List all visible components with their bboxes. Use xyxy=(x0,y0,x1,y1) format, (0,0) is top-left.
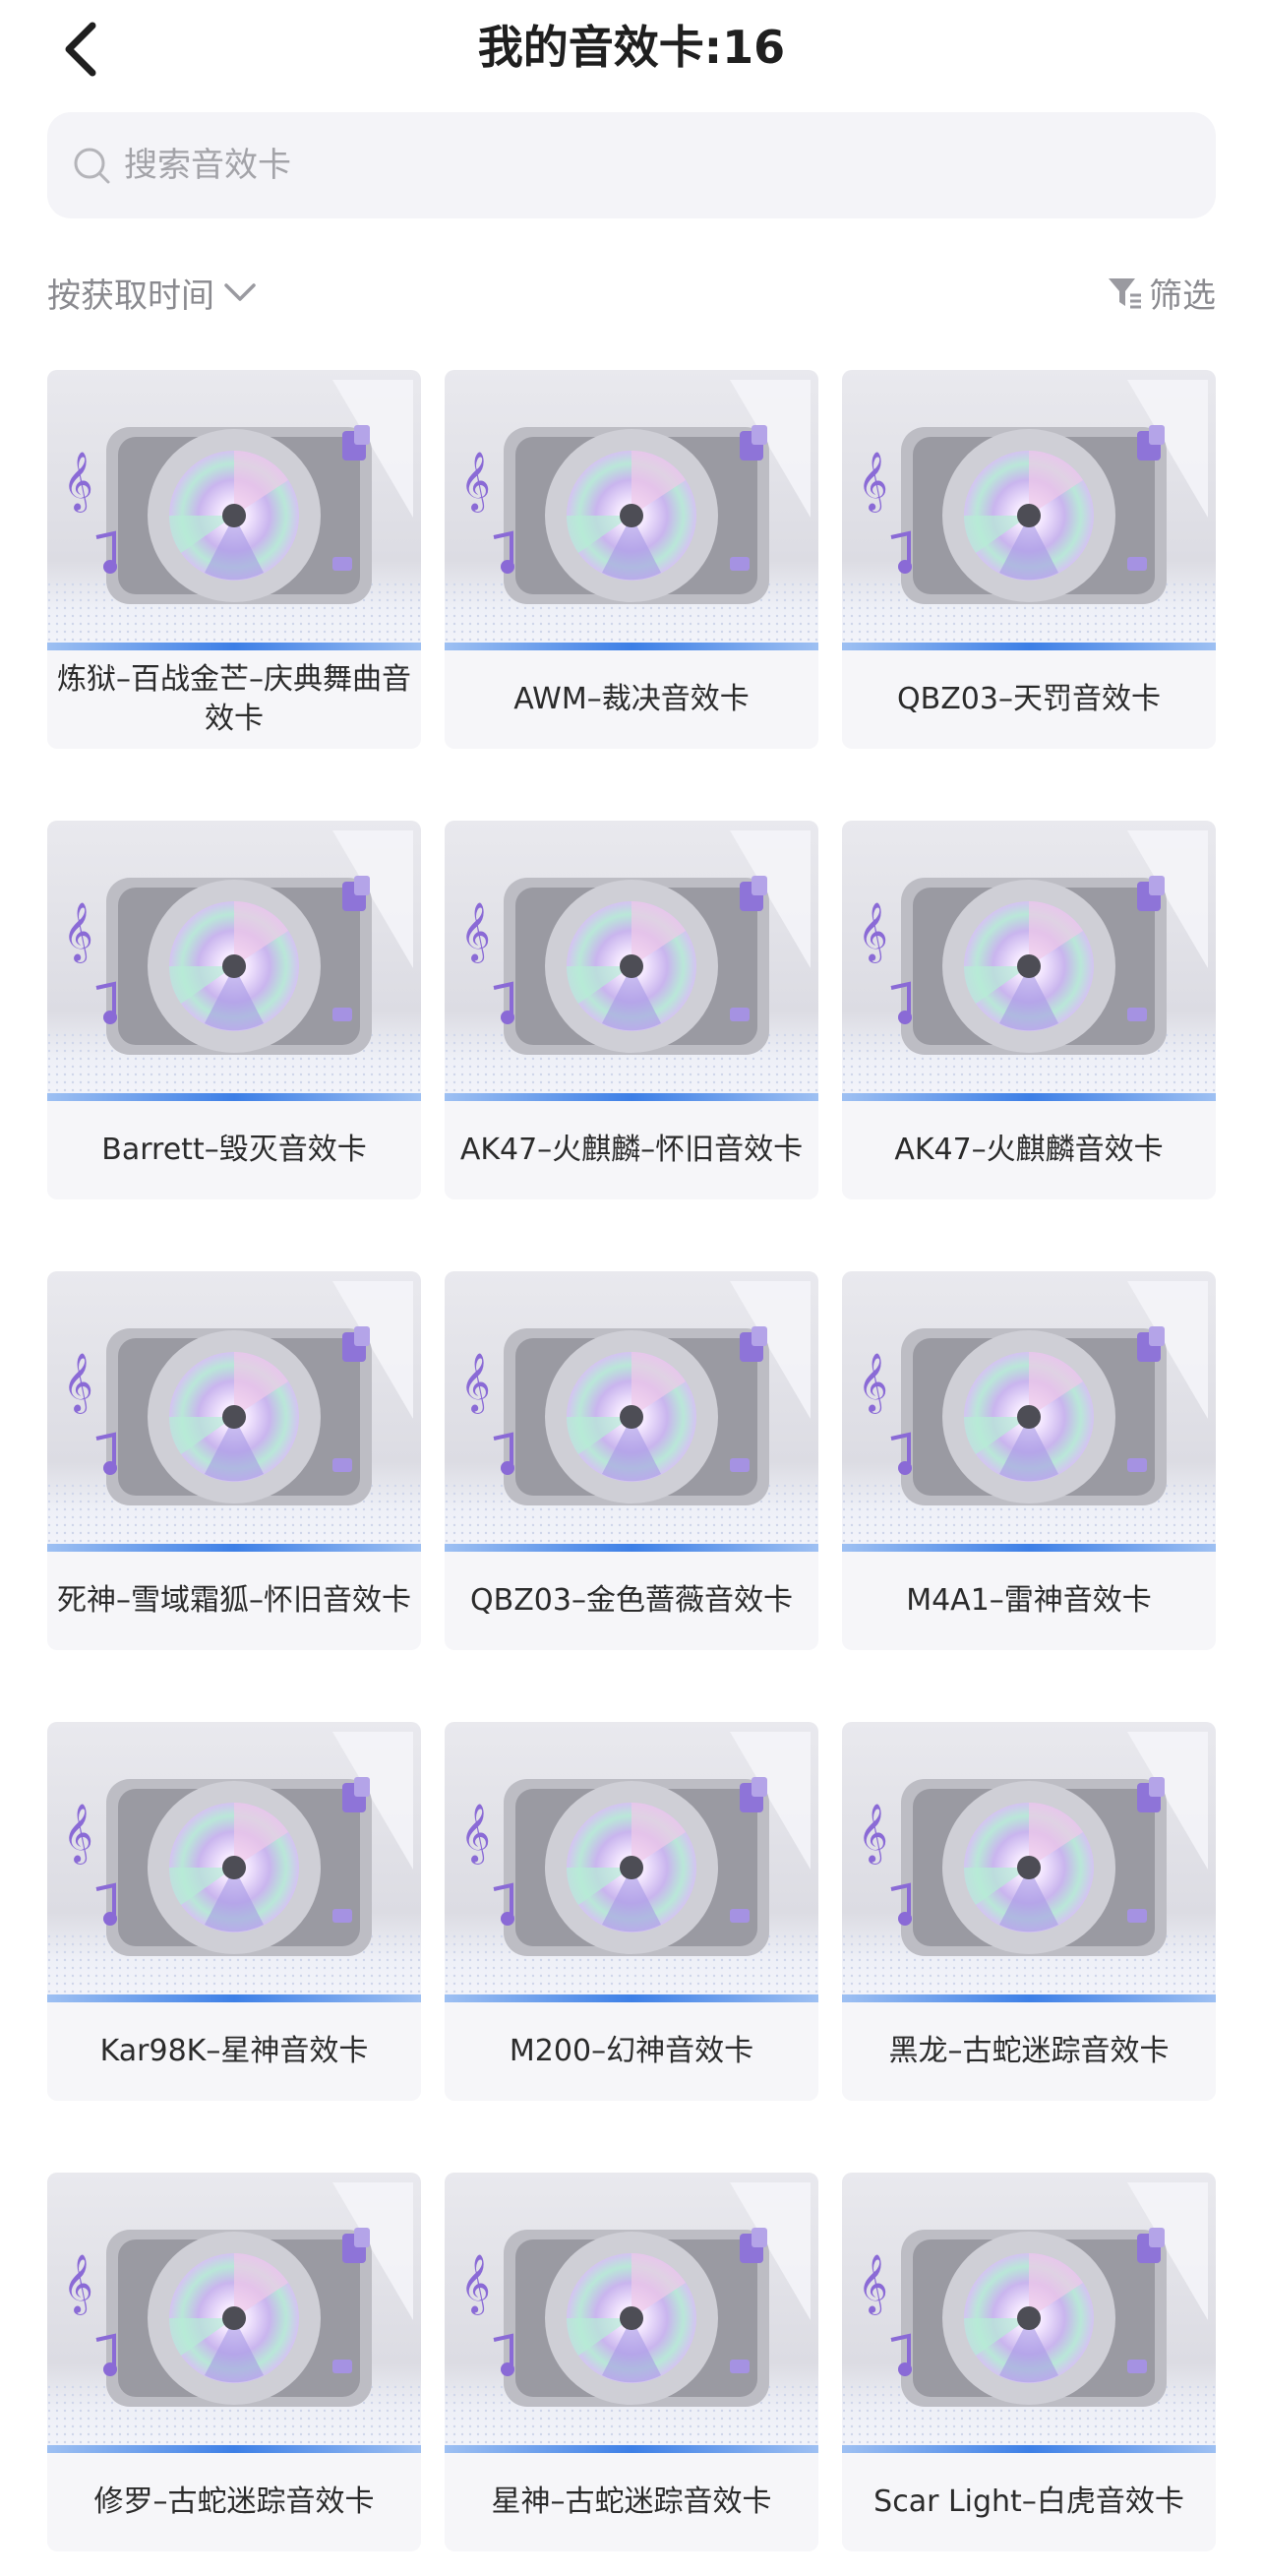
sound-card-label: AK47–火麒麟–怀旧音效卡 xyxy=(459,1133,804,1167)
search-bar[interactable] xyxy=(47,112,1216,218)
sound-card-image: 𝄞 xyxy=(47,1722,421,2002)
sound-card-image: 𝄞 xyxy=(47,370,421,650)
search-icon xyxy=(74,148,110,184)
svg-text:𝄞: 𝄞 xyxy=(63,1353,93,1414)
sound-card[interactable]: 𝄞 Barrett–毁灭音效卡 xyxy=(47,821,421,1199)
sound-card[interactable]: 𝄞 修罗–古蛇迷踪音效卡 xyxy=(47,2173,421,2551)
filter-label: 筛选 xyxy=(1149,276,1216,316)
sound-card-label: 黑龙–古蛇迷踪音效卡 xyxy=(888,2034,1170,2068)
svg-text:𝄞: 𝄞 xyxy=(460,452,491,513)
filter-button[interactable]: 筛选 xyxy=(1106,258,1216,327)
sound-card[interactable]: 𝄞 M200–幻神音效卡 xyxy=(445,1722,818,2101)
sound-card[interactable]: 𝄞 死神–雪域霜狐–怀旧音效卡 xyxy=(47,1271,421,1650)
sound-card[interactable]: 𝄞 AK47–火麒麟–怀旧音效卡 xyxy=(445,821,818,1199)
sound-card-image: 𝄞 xyxy=(445,370,818,650)
svg-text:𝄞: 𝄞 xyxy=(63,902,93,963)
sound-card[interactable]: 𝄞 AK47–火麒麟音效卡 xyxy=(842,821,1216,1199)
svg-text:𝄞: 𝄞 xyxy=(858,1804,888,1865)
sound-card-image: 𝄞 xyxy=(842,1271,1216,1552)
sound-card-image: 𝄞 xyxy=(47,1271,421,1552)
sound-card-label: 星神–古蛇迷踪音效卡 xyxy=(491,2484,772,2519)
svg-text:𝄞: 𝄞 xyxy=(63,452,93,513)
chevron-down-icon xyxy=(224,283,256,301)
sound-card[interactable]: 𝄞 星神–古蛇迷踪音效卡 xyxy=(445,2173,818,2551)
sound-card-label: Scar Light–白虎音效卡 xyxy=(873,2484,1184,2519)
sound-card-label: QBZ03–金色蔷薇音效卡 xyxy=(470,1583,793,1618)
sound-card-label: 死神–雪域霜狐–怀旧音效卡 xyxy=(57,1583,411,1618)
page-title: 我的音效卡:16 xyxy=(477,21,786,74)
svg-text:𝄞: 𝄞 xyxy=(460,1353,491,1414)
sound-card[interactable]: 𝄞 QBZ03–金色蔷薇音效卡 xyxy=(445,1271,818,1650)
sort-dropdown[interactable]: 按获取时间 xyxy=(47,258,258,327)
svg-text:𝄞: 𝄞 xyxy=(460,1804,491,1865)
svg-text:𝄞: 𝄞 xyxy=(460,2254,491,2315)
sound-card-image: 𝄞 xyxy=(445,1722,818,2002)
sound-card-label: AWM–裁决音效卡 xyxy=(513,682,750,716)
svg-text:𝄞: 𝄞 xyxy=(858,2254,888,2315)
sound-card-label: M200–幻神音效卡 xyxy=(509,2034,754,2068)
sound-card-image: 𝄞 xyxy=(842,370,1216,650)
sound-card[interactable]: 𝄞 炼狱–百战金芒–庆典舞曲音效卡 xyxy=(47,370,421,749)
sound-card-image: 𝄞 xyxy=(445,2173,818,2453)
svg-text:𝄞: 𝄞 xyxy=(460,902,491,963)
top-bar: 我的音效卡:16 xyxy=(0,0,1263,94)
svg-text:𝄞: 𝄞 xyxy=(858,902,888,963)
sound-card-image: 𝄞 xyxy=(842,2173,1216,2453)
sound-card[interactable]: 𝄞 M4A1–雷神音效卡 xyxy=(842,1271,1216,1650)
sound-card-label: Barrett–毁灭音效卡 xyxy=(101,1133,367,1167)
sound-card-image: 𝄞 xyxy=(445,1271,818,1552)
sound-card[interactable]: 𝄞 Kar98K–星神音效卡 xyxy=(47,1722,421,2101)
list-toolbar: 按获取时间 筛选 xyxy=(47,258,1216,327)
sound-card-image: 𝄞 xyxy=(842,1722,1216,2002)
sound-card-image: 𝄞 xyxy=(842,821,1216,1101)
filter-icon xyxy=(1109,278,1141,309)
svg-text:𝄞: 𝄞 xyxy=(858,1353,888,1414)
svg-text:𝄞: 𝄞 xyxy=(63,2254,93,2315)
sound-card-label: AK47–火麒麟音效卡 xyxy=(894,1133,1164,1167)
sound-card-label: M4A1–雷神音效卡 xyxy=(906,1583,1152,1618)
sound-card[interactable]: 𝄞 Scar Light–白虎音效卡 xyxy=(842,2173,1216,2551)
sound-card-label: Kar98K–星神音效卡 xyxy=(99,2034,369,2068)
search-input[interactable] xyxy=(122,135,1169,196)
sound-card-image: 𝄞 xyxy=(47,2173,421,2453)
sound-card[interactable]: 𝄞 黑龙–古蛇迷踪音效卡 xyxy=(842,1722,1216,2101)
sound-card-label: 修罗–古蛇迷踪音效卡 xyxy=(93,2484,375,2519)
sound-card-image: 𝄞 xyxy=(445,821,818,1101)
svg-text:𝄞: 𝄞 xyxy=(858,452,888,513)
svg-text:𝄞: 𝄞 xyxy=(63,1804,93,1865)
sound-card[interactable]: 𝄞 QBZ03–天罚音效卡 xyxy=(842,370,1216,749)
sound-card[interactable]: 𝄞 AWM–裁决音效卡 xyxy=(445,370,818,749)
sort-label: 按获取时间 xyxy=(47,276,214,316)
sound-card-image: 𝄞 xyxy=(47,821,421,1101)
sound-card-label: 炼狱–百战金芒–庆典舞曲音效卡 xyxy=(57,662,411,736)
sound-card-label: QBZ03–天罚音效卡 xyxy=(897,682,1161,716)
